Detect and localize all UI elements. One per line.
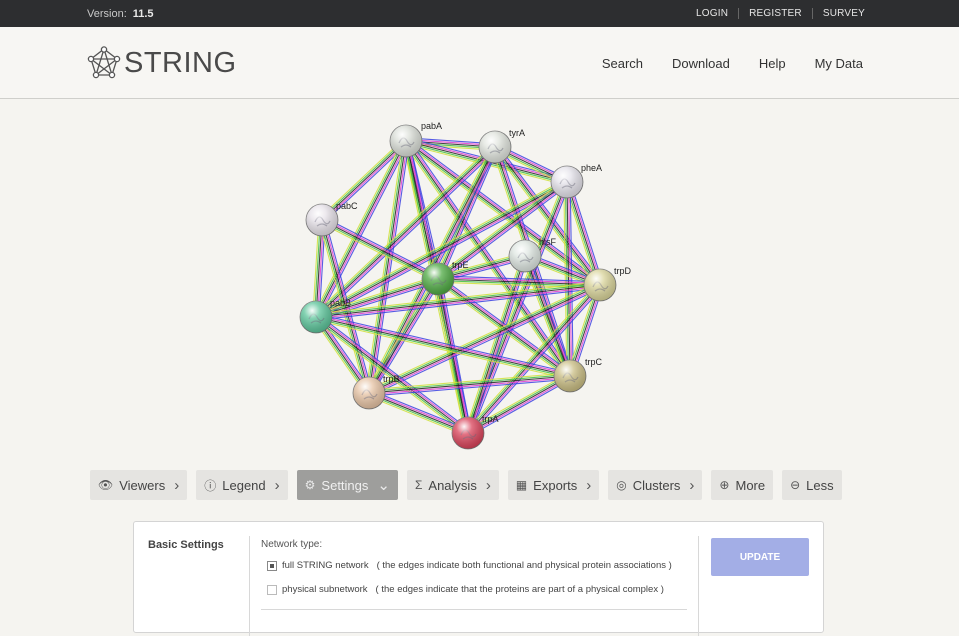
version-info: Version: 11.5 xyxy=(87,8,154,20)
nav-my-data[interactable]: My Data xyxy=(815,56,863,71)
analysis-button[interactable]: Σ Analysis › xyxy=(406,470,499,500)
node-label-hisF: hisF xyxy=(539,237,557,247)
network-toolbar: 👁 Viewers › ⓘ Legend › ⚙ Settings ⌄ Σ Analysis › ▦ Ex… xyxy=(90,470,851,500)
settings-label: Settings xyxy=(321,477,369,493)
chevron-right-icon: › xyxy=(586,476,592,494)
node-label-tyrA: tyrA xyxy=(509,128,525,138)
logo-text: STRING xyxy=(124,46,237,79)
eye-icon: 👁 xyxy=(98,478,114,492)
chevron-right-icon: › xyxy=(274,476,280,494)
physical-subnetwork-checkbox[interactable] xyxy=(267,584,277,595)
node-label-pabB: pabB xyxy=(330,298,351,308)
clusters-button[interactable]: ◎ Clusters › xyxy=(608,470,703,500)
clusters-icon: ◎ xyxy=(616,478,627,492)
node-label-trpA: trpA xyxy=(482,414,499,424)
settings-button[interactable]: ⚙ Settings ⌄ xyxy=(296,470,398,500)
less-button[interactable]: ⊖ Less xyxy=(782,470,842,500)
option-physical-subnetwork[interactable]: physical subnetwork ( the edges indicate… xyxy=(267,584,664,595)
node-label-trpE: trpE xyxy=(452,260,469,270)
viewers-button[interactable]: 👁 Viewers › xyxy=(90,470,188,500)
analysis-label: Analysis xyxy=(428,477,477,493)
node-trpD[interactable]: trpD xyxy=(583,266,632,302)
legend-label: Legend xyxy=(222,477,266,493)
string-logo[interactable]: STRING xyxy=(87,46,237,80)
node-pheA[interactable]: pheA xyxy=(550,163,602,199)
node-trpA[interactable]: trpA xyxy=(451,414,499,450)
basic-settings-title: Basic Settings xyxy=(148,539,224,551)
divider xyxy=(249,536,250,636)
node-label-trpC: trpC xyxy=(585,357,603,367)
edge-trpD-trpA[interactable] xyxy=(465,282,603,436)
chevron-down-icon: ⌄ xyxy=(377,477,390,494)
gear-icon: ⚙ xyxy=(304,478,316,492)
option-full-network[interactable]: full STRING network ( the edges indicate… xyxy=(267,560,672,571)
physical-subnetwork-label: physical subnetwork xyxy=(282,584,368,595)
main-nav: Search Download Help My Data xyxy=(573,56,863,71)
update-button[interactable]: UPDATE xyxy=(711,538,809,576)
more-label: More xyxy=(735,477,766,493)
settings-panel: Basic Settings Network type: full STRING… xyxy=(133,521,824,636)
minus-circle-icon: ⊖ xyxy=(790,478,801,492)
string-network-logo-icon xyxy=(87,46,121,79)
info-icon: ⓘ xyxy=(204,478,217,493)
node-label-pabC: pabC xyxy=(336,201,358,211)
physical-subnetwork-description: ( the edges indicate that the proteins a… xyxy=(375,584,664,595)
version-value: 11.5 xyxy=(132,8,154,20)
node-label-trpB: trpB xyxy=(383,374,400,384)
exports-button[interactable]: ▦ Exports › xyxy=(507,470,600,500)
register-link[interactable]: REGISTER xyxy=(738,8,812,19)
full-network-description: ( the edges indicate both functional and… xyxy=(376,560,672,571)
more-button[interactable]: ⊕ More xyxy=(711,470,774,500)
viewers-label: Viewers xyxy=(119,477,166,493)
node-label-trpD: trpD xyxy=(614,266,632,276)
site-header: STRING Search Download Help My Data xyxy=(0,27,959,99)
edge-pheA-trpC[interactable] xyxy=(563,181,574,377)
exports-label: Exports xyxy=(533,477,578,493)
less-label: Less xyxy=(806,477,834,493)
full-network-label: full STRING network xyxy=(282,560,369,571)
sigma-icon: Σ xyxy=(414,478,423,492)
divider xyxy=(261,609,687,610)
chevron-right-icon: › xyxy=(485,476,491,494)
chevron-right-icon: › xyxy=(174,476,180,494)
login-link[interactable]: LOGIN xyxy=(686,8,738,19)
divider xyxy=(698,536,699,636)
node-label-pheA: pheA xyxy=(581,163,602,173)
node-trpC[interactable]: trpC xyxy=(553,357,603,393)
survey-link[interactable]: SURVEY xyxy=(811,8,865,19)
clusters-label: Clusters xyxy=(632,477,681,493)
top-bar: Version: 11.5 LOGIN REGISTER SURVEY xyxy=(0,0,959,27)
nav-download[interactable]: Download xyxy=(672,56,730,71)
protein-network-viewer[interactable]: pabA tyrA pheA pabC hisF trpE trpD pabB trpC trpB… xyxy=(0,99,959,459)
nav-search[interactable]: Search xyxy=(602,56,643,71)
account-links: LOGIN REGISTER SURVEY xyxy=(686,8,865,19)
table-icon: ▦ xyxy=(515,478,528,492)
node-label-pabA: pabA xyxy=(421,121,442,131)
network-type-label: Network type: xyxy=(261,539,323,550)
legend-button[interactable]: ⓘ Legend › xyxy=(196,470,288,500)
version-label: Version: xyxy=(87,8,127,20)
chevron-right-icon: › xyxy=(689,476,695,494)
nav-help[interactable]: Help xyxy=(759,56,786,71)
plus-circle-icon: ⊕ xyxy=(719,478,730,492)
full-network-checkbox[interactable] xyxy=(267,560,277,571)
